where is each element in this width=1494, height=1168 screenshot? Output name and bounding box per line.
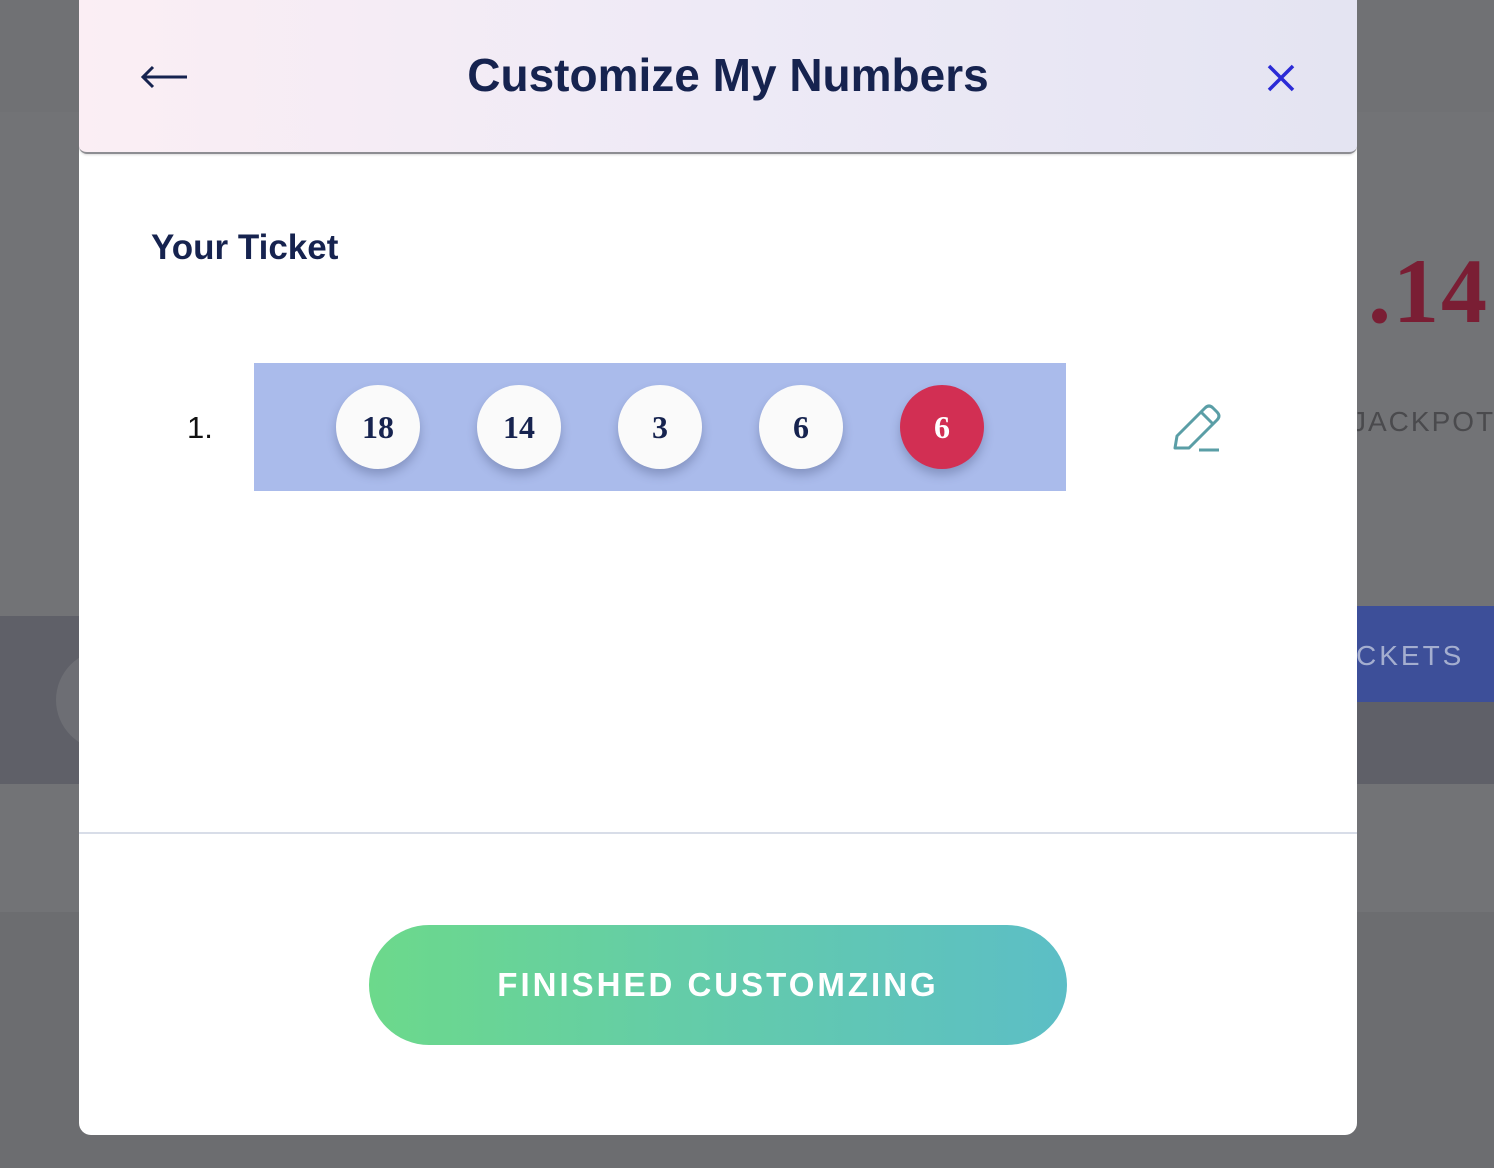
background-jackpot-amount: .14 [1368,240,1489,342]
number-ball: 18 [336,385,420,469]
background-jackpot-label: JACKPOT [1352,406,1494,437]
modal-header: Customize My Numbers [79,0,1357,154]
edit-ticket-button[interactable] [1169,400,1225,456]
section-heading: Your Ticket [151,228,339,267]
finished-customizing-button[interactable]: FINISHED CUSTOMZING [369,925,1067,1045]
ticket-index: 1. [187,410,213,445]
modal-title: Customize My Numbers [467,49,989,101]
number-ball: 14 [477,385,561,469]
number-ball: 3 [618,385,702,469]
customize-numbers-modal: Customize My Numbers Your Ticket 1. 18 1… [79,0,1357,1135]
background-tickets-label: CKETS [1356,640,1465,671]
ticket-number-strip: 18 14 3 6 6 [254,363,1066,491]
number-ball: 6 [759,385,843,469]
close-button[interactable] [1261,58,1301,98]
pencil-icon [1173,404,1221,452]
footer-divider [79,832,1357,834]
close-icon [1267,64,1295,92]
bonus-ball: 6 [900,385,984,469]
